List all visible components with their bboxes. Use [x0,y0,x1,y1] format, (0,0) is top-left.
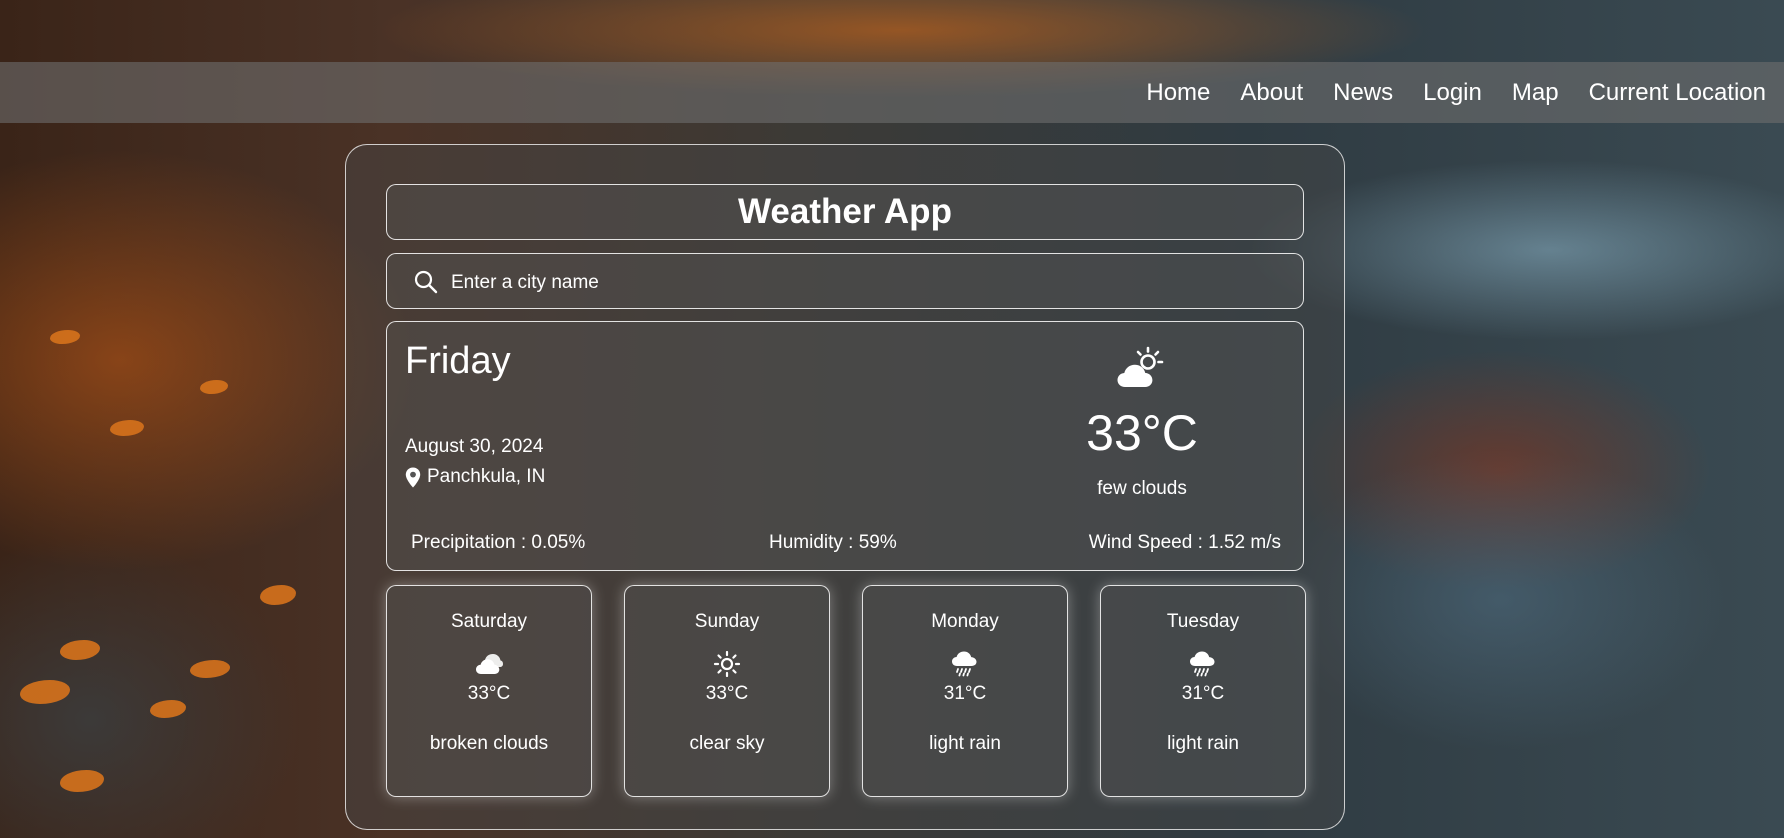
forecast-day: Sunday [694,611,760,632]
leaf-decoration [190,660,230,678]
search-box [386,253,1304,309]
app-title-box: Weather App [386,184,1304,240]
search-icon [414,270,438,294]
forecast-day: Tuesday [1166,611,1240,632]
humidity-stat: Humidity : 59% [769,532,897,553]
nav-login-link[interactable]: Login [1423,79,1482,107]
navbar: Home About News Login Map Current Locati… [0,62,1784,123]
forecast-description: light rain [1167,733,1239,754]
leaf-decoration [60,770,104,792]
nav-current-location-link[interactable]: Current Location [1589,79,1766,107]
forecast-card-monday: Monday 31°C light rain [862,585,1068,797]
leaf-decoration [150,700,186,718]
current-description: few clouds [1097,478,1187,499]
city-search-input[interactable] [449,262,1273,304]
nav-news-link[interactable]: News [1333,79,1393,107]
leaf-decoration [200,380,228,394]
forecast-card-saturday: Saturday 33°C broken clouds [386,585,592,797]
map-pin-icon [405,467,421,487]
current-day: Friday [405,340,511,382]
rain-icon [952,651,977,677]
forecast-day: Monday [931,611,999,632]
nav-about-link[interactable]: About [1240,79,1303,107]
forecast-description: clear sky [689,733,765,754]
clouds-icon [476,654,503,674]
leaf-decoration [20,680,70,704]
app-title: Weather App [738,192,952,231]
forecast-day: Saturday [450,611,528,632]
nav-map-link[interactable]: Map [1512,79,1559,107]
leaf-decoration [110,420,144,436]
sun-icon [713,651,741,677]
leaf-decoration [50,330,80,344]
forecast-temperature: 33°C [705,683,749,704]
current-weather-panel: Friday August 30, 2024 Panchkula, IN 33°… [386,321,1304,571]
nav-links: Home About News Login Map Current Locati… [1146,62,1766,123]
forecast-description: light rain [929,733,1001,754]
forecast-card-tuesday: Tuesday 31°C light rain [1100,585,1306,797]
forecast-temperature: 31°C [943,683,987,704]
wind-speed-stat: Wind Speed : 1.52 m/s [1088,532,1281,553]
nav-home-link[interactable]: Home [1146,79,1210,107]
current-location: Panchkula, IN [405,466,545,488]
current-date: August 30, 2024 [405,436,544,457]
partly-cloudy-icon [1117,346,1164,387]
weather-card: Weather App Friday August 30, 2024 Panch… [345,144,1345,830]
forecast-card-sunday: Sunday 33°C clear sky [624,585,830,797]
leaf-decoration [60,640,100,660]
forecast-temperature: 33°C [467,683,511,704]
precipitation-stat: Precipitation : 0.05% [411,532,586,553]
current-temperature: 33°C [1086,405,1198,461]
rain-icon [1190,651,1215,677]
leaf-decoration [260,585,296,605]
location-text: Panchkula, IN [427,466,546,487]
forecast-description: broken clouds [429,733,549,754]
forecast-temperature: 31°C [1181,683,1225,704]
